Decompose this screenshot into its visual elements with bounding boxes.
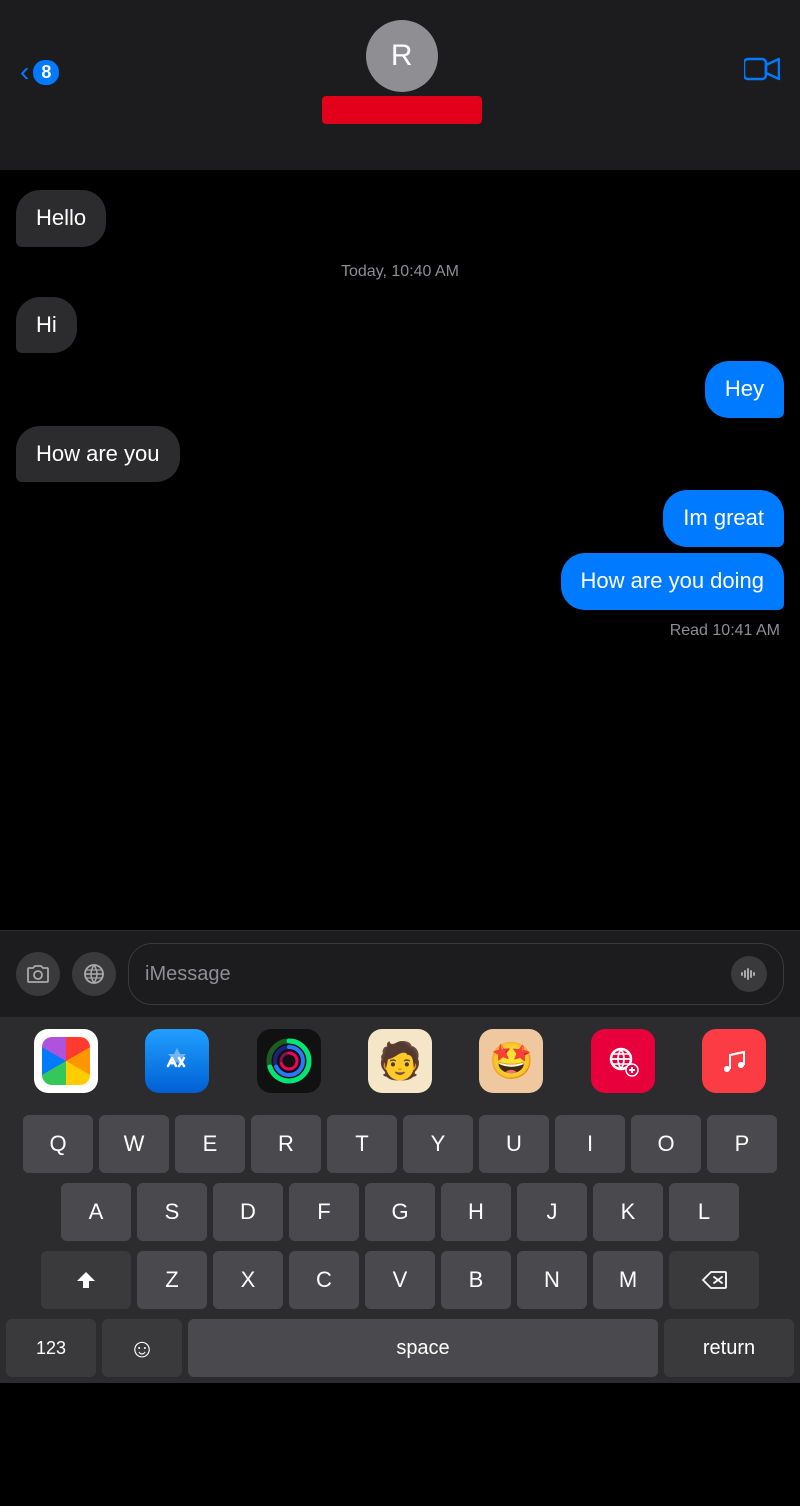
key-i[interactable]: I bbox=[555, 1115, 625, 1173]
back-badge: 8 bbox=[33, 60, 59, 85]
key-x[interactable]: X bbox=[213, 1251, 283, 1309]
apps-button[interactable] bbox=[72, 952, 116, 996]
message-bubble-sent[interactable]: How are you doing bbox=[561, 553, 784, 610]
app-row: 🧑 🤩 bbox=[0, 1017, 800, 1105]
messages-area: Hello Today, 10:40 AM Hi Hey How are you… bbox=[0, 170, 800, 930]
key-t[interactable]: T bbox=[327, 1115, 397, 1173]
chevron-left-icon: ‹ bbox=[20, 56, 29, 88]
return-key[interactable]: return bbox=[664, 1319, 794, 1377]
avatar: R bbox=[366, 20, 438, 92]
key-w[interactable]: W bbox=[99, 1115, 169, 1173]
keyboard-row-1: Q W E R T Y U I O P bbox=[6, 1115, 794, 1173]
contact-info[interactable]: R bbox=[322, 20, 482, 124]
keyboard-row-2: A S D F G H J K L bbox=[6, 1183, 794, 1241]
message-bubble-sent[interactable]: Hey bbox=[705, 361, 784, 418]
message-bubble-received[interactable]: How are you bbox=[16, 426, 180, 483]
key-b[interactable]: B bbox=[441, 1251, 511, 1309]
music-app-icon[interactable] bbox=[702, 1029, 766, 1093]
emoji-key[interactable]: ☺ bbox=[102, 1319, 182, 1377]
key-m[interactable]: M bbox=[593, 1251, 663, 1309]
key-n[interactable]: N bbox=[517, 1251, 587, 1309]
worldsearch-app-icon[interactable] bbox=[591, 1029, 655, 1093]
key-y[interactable]: Y bbox=[403, 1115, 473, 1173]
shift-key[interactable] bbox=[41, 1251, 131, 1309]
camera-button[interactable] bbox=[16, 952, 60, 996]
key-z[interactable]: Z bbox=[137, 1251, 207, 1309]
memoji1-app-icon[interactable]: 🧑 bbox=[368, 1029, 432, 1093]
header: ‹ 8 R bbox=[0, 0, 800, 170]
delete-key[interactable] bbox=[669, 1251, 759, 1309]
key-s[interactable]: S bbox=[137, 1183, 207, 1241]
key-q[interactable]: Q bbox=[23, 1115, 93, 1173]
key-c[interactable]: C bbox=[289, 1251, 359, 1309]
keyboard-row-4: 123 ☺ space return bbox=[6, 1319, 794, 1377]
contact-name-bar bbox=[322, 96, 482, 124]
video-call-button[interactable] bbox=[744, 55, 780, 90]
numbers-key[interactable]: 123 bbox=[6, 1319, 96, 1377]
key-l[interactable]: L bbox=[669, 1183, 739, 1241]
key-g[interactable]: G bbox=[365, 1183, 435, 1241]
key-f[interactable]: F bbox=[289, 1183, 359, 1241]
photos-app-icon[interactable] bbox=[34, 1029, 98, 1093]
key-u[interactable]: U bbox=[479, 1115, 549, 1173]
audio-button[interactable] bbox=[731, 956, 767, 992]
key-j[interactable]: J bbox=[517, 1183, 587, 1241]
message-placeholder: iMessage bbox=[145, 963, 231, 986]
input-area: iMessage bbox=[0, 930, 800, 1017]
key-v[interactable]: V bbox=[365, 1251, 435, 1309]
key-e[interactable]: E bbox=[175, 1115, 245, 1173]
key-p[interactable]: P bbox=[707, 1115, 777, 1173]
memoji2-app-icon[interactable]: 🤩 bbox=[479, 1029, 543, 1093]
message-bubble-received[interactable]: Hello bbox=[16, 190, 106, 247]
key-o[interactable]: O bbox=[631, 1115, 701, 1173]
fitness-app-icon[interactable] bbox=[257, 1029, 321, 1093]
keyboard-row-3: Z X C V B N M bbox=[6, 1251, 794, 1309]
back-button[interactable]: ‹ 8 bbox=[20, 56, 59, 88]
space-key[interactable]: space bbox=[188, 1319, 658, 1377]
key-r[interactable]: R bbox=[251, 1115, 321, 1173]
timestamp: Today, 10:40 AM bbox=[16, 263, 784, 281]
appstore-app-icon[interactable] bbox=[145, 1029, 209, 1093]
key-a[interactable]: A bbox=[61, 1183, 131, 1241]
key-h[interactable]: H bbox=[441, 1183, 511, 1241]
message-bubble-received[interactable]: Hi bbox=[16, 297, 77, 354]
message-input[interactable]: iMessage bbox=[128, 943, 784, 1005]
key-d[interactable]: D bbox=[213, 1183, 283, 1241]
message-bubble-sent[interactable]: Im great bbox=[663, 490, 784, 547]
read-receipt: Read 10:41 AM bbox=[16, 622, 784, 640]
key-k[interactable]: K bbox=[593, 1183, 663, 1241]
keyboard: Q W E R T Y U I O P A S D F G H J K L Z … bbox=[0, 1105, 800, 1383]
